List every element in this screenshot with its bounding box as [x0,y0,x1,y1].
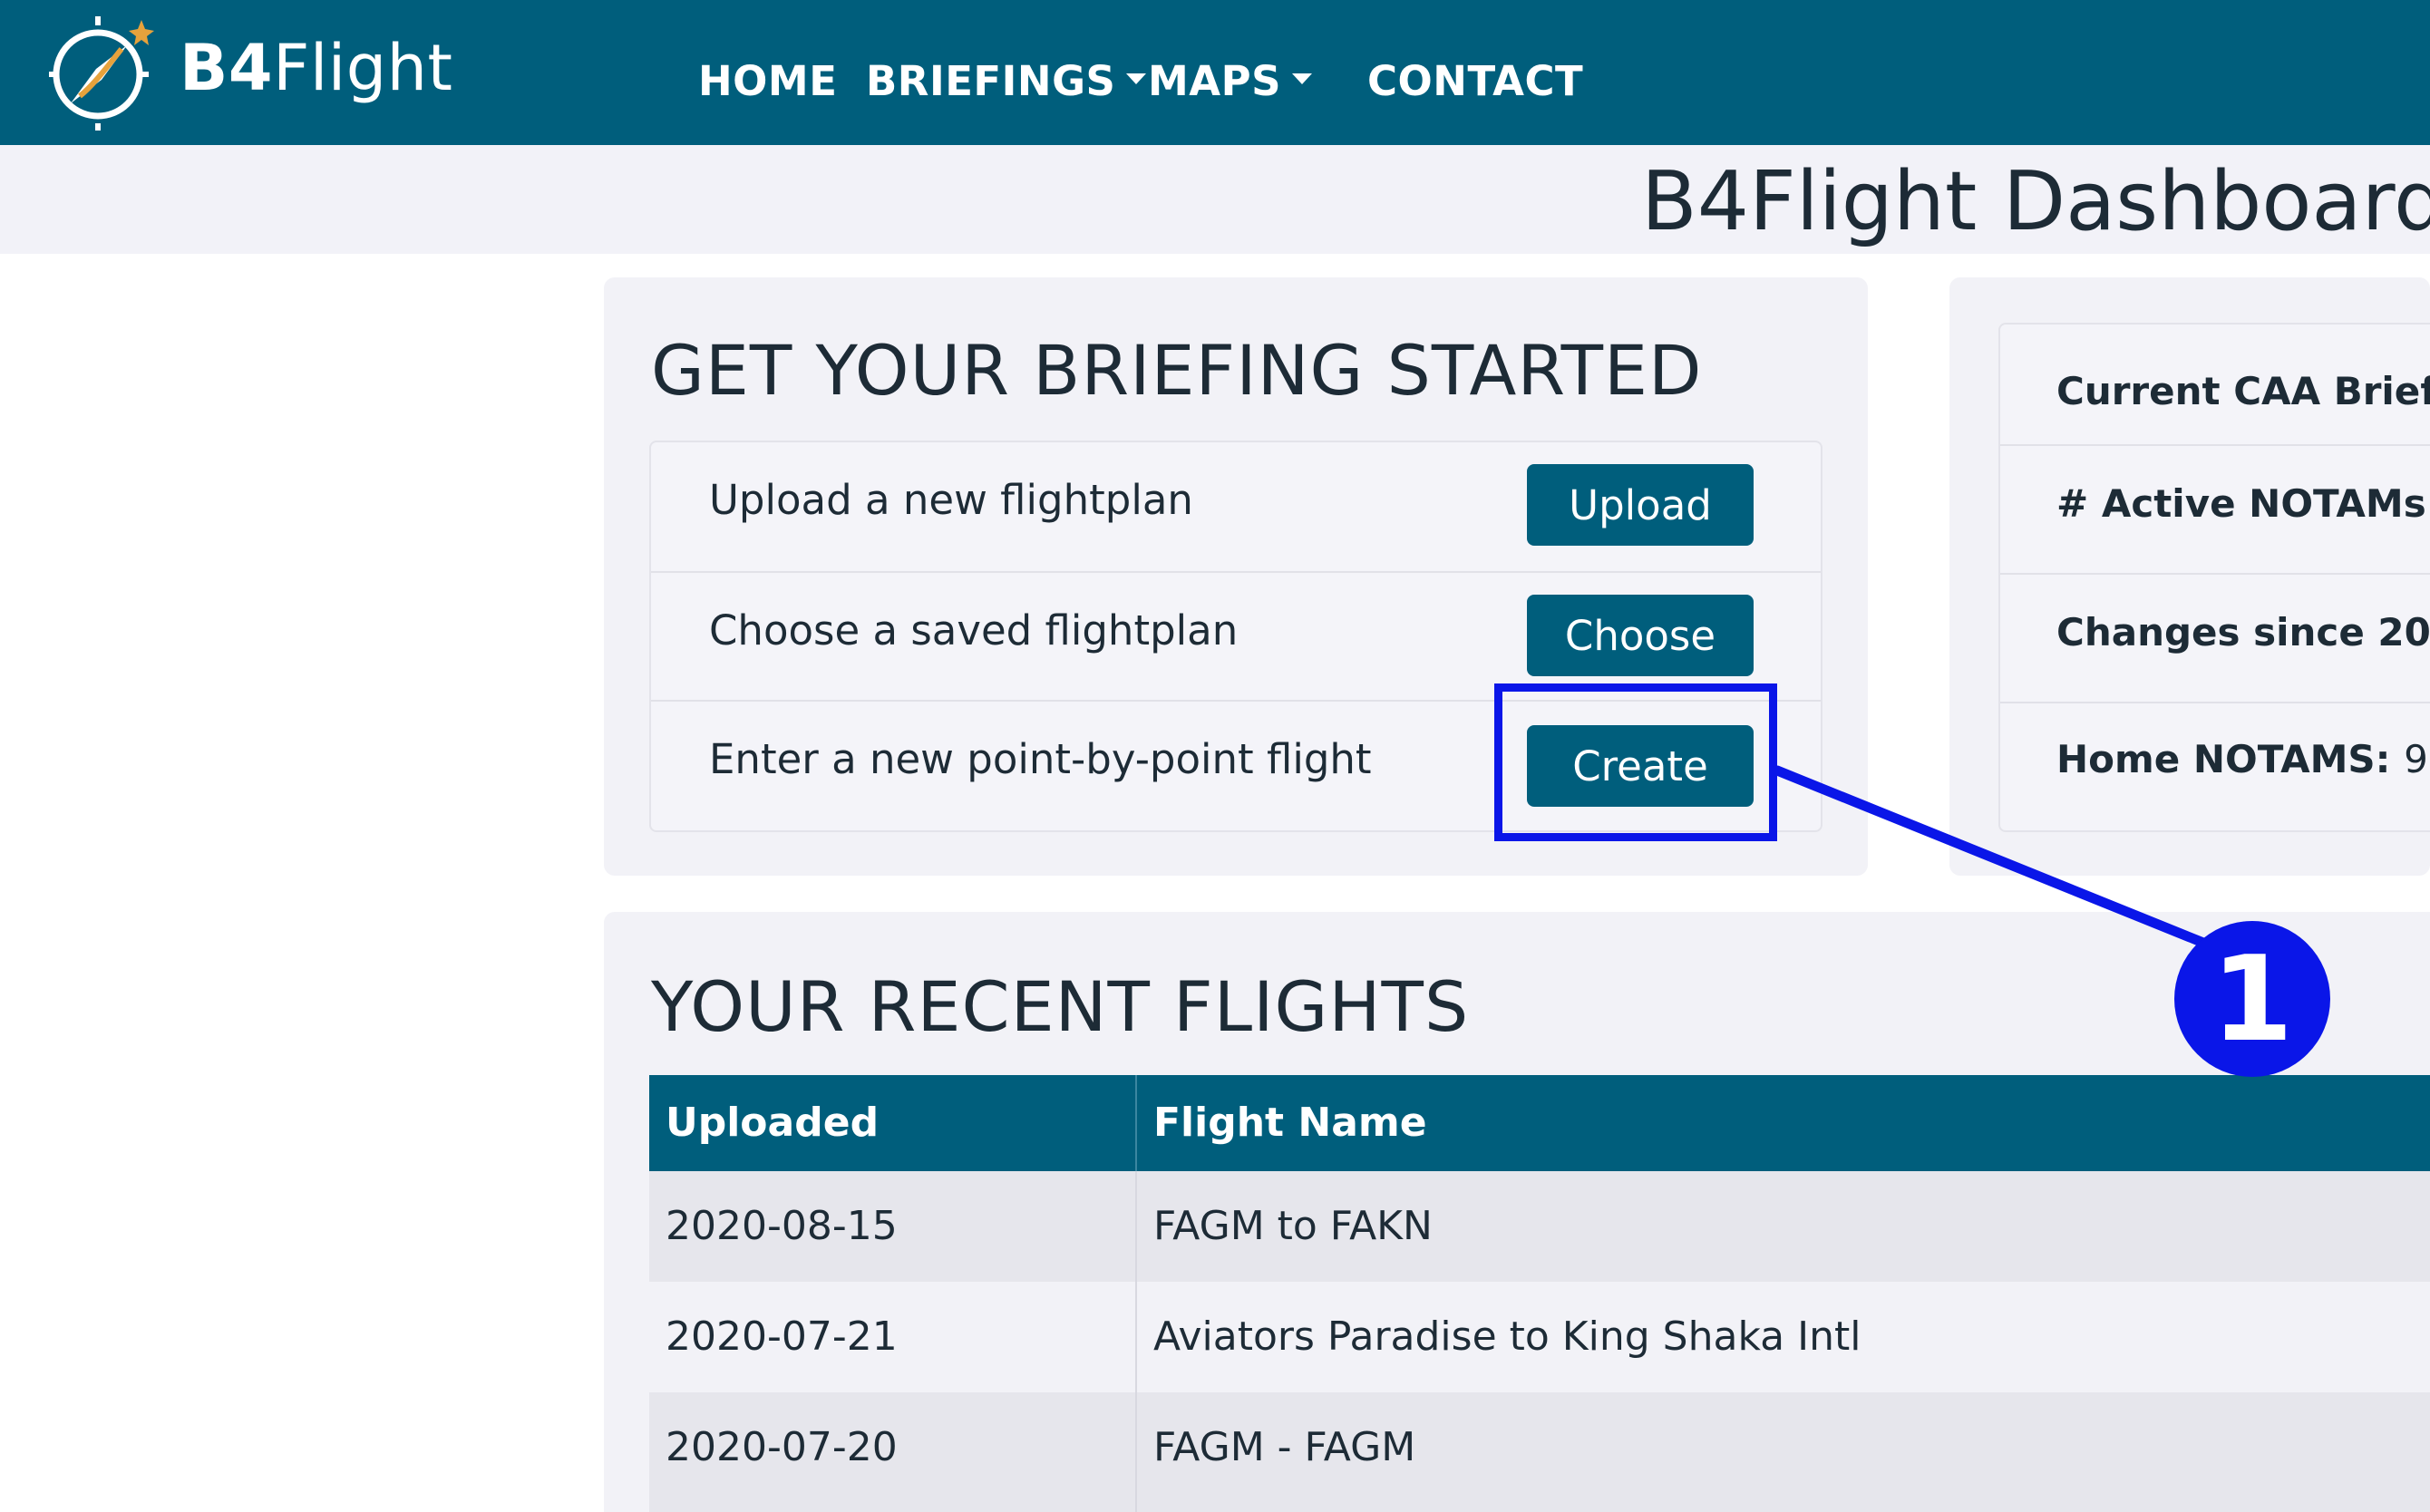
step-number-badge: 1 [2174,921,2330,1077]
callout-line [1772,765,2209,948]
